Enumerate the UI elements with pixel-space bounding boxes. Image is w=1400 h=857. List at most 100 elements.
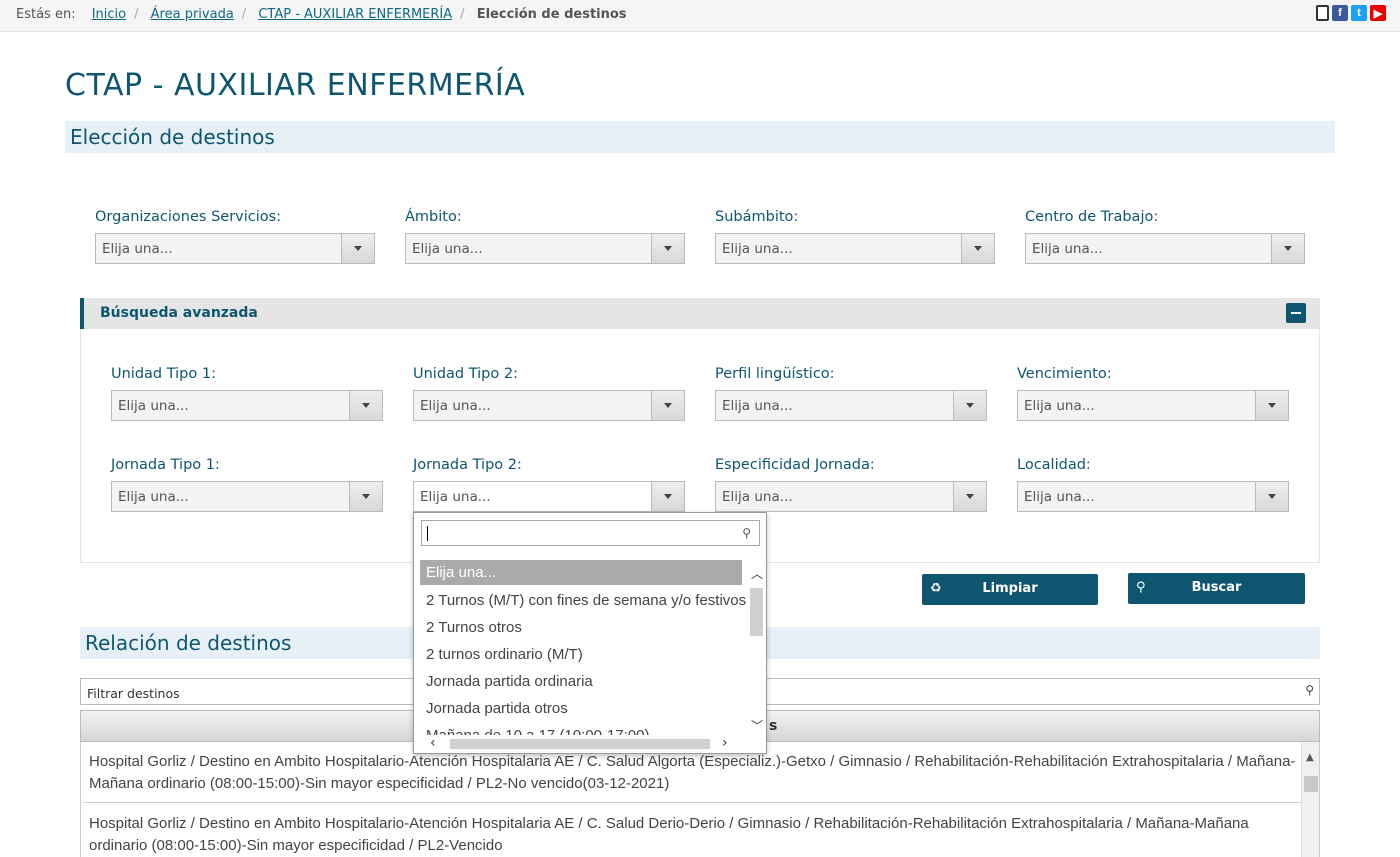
select-localidad[interactable]: Elija una...: [1017, 481, 1289, 512]
search-button-label: Buscar: [1191, 580, 1242, 595]
chevron-up-icon[interactable]: ▲: [1306, 752, 1314, 763]
select-especificidad-jornada[interactable]: Elija una...: [715, 481, 987, 512]
page-title: CTAP - AUXILIAR ENFERMERÍA: [65, 68, 526, 103]
destinations-list: Hospital Gorliz / Destino en Ambito Hosp…: [80, 742, 1320, 857]
dropdown-option[interactable]: Elija una...: [420, 560, 742, 585]
clear-button[interactable]: ♻ Limpiar: [922, 574, 1098, 605]
list-item[interactable]: Hospital Gorliz / Destino en Ambito Hosp…: [89, 813, 1301, 857]
select-value: Elija una...: [412, 241, 483, 257]
select-value: Elija una...: [722, 489, 793, 505]
advanced-search-header[interactable]: Búsqueda avanzada: [80, 298, 1320, 329]
label-localidad: Localidad:: [1017, 457, 1091, 473]
dropdown-option[interactable]: 2 Turnos otros: [420, 614, 750, 641]
select-ambito[interactable]: Elija una...: [405, 233, 685, 264]
scrollbar-thumb[interactable]: [1304, 776, 1318, 792]
breadcrumb-link-area-privada[interactable]: Área privada: [151, 7, 234, 22]
select-perfil-linguistico[interactable]: Elija una...: [715, 390, 987, 421]
dropdown-option[interactable]: Jornada partida ordinaria: [420, 668, 750, 695]
select-value: Elija una...: [1032, 241, 1103, 257]
select-value: Elija una...: [420, 398, 491, 414]
select-vencimiento[interactable]: Elija una...: [1017, 390, 1289, 421]
text-cursor: [427, 526, 428, 541]
facebook-icon[interactable]: f: [1332, 5, 1348, 21]
chevron-up-icon[interactable]: ︿: [749, 565, 765, 582]
scrollbar-thumb[interactable]: [450, 739, 710, 749]
select-subambito[interactable]: Elija una...: [715, 233, 995, 264]
select-unidad-tipo-2[interactable]: Elija una...: [413, 390, 685, 421]
collapse-icon[interactable]: [1286, 303, 1306, 323]
twitter-icon[interactable]: t: [1351, 5, 1367, 21]
select-centro-trabajo[interactable]: Elija una...: [1025, 233, 1305, 264]
scrollbar[interactable]: ▲: [1301, 742, 1319, 857]
chevron-down-icon[interactable]: [349, 391, 382, 420]
select-value: Elija una...: [118, 489, 189, 505]
select-value: Elija una...: [722, 241, 793, 257]
breadcrumb-link-ctap[interactable]: CTAP - AUXILIAR ENFERMERÍA: [258, 7, 452, 22]
jornada-tipo-2-dropdown: ⚲ Elija una... 2 Turnos (M/T) con fines …: [413, 512, 767, 754]
search-icon: ⚲: [742, 526, 751, 540]
dropdown-option[interactable]: Jornada partida otros: [420, 695, 750, 722]
dropdown-search-input[interactable]: ⚲: [421, 520, 760, 546]
chevron-down-icon[interactable]: [651, 391, 684, 420]
chevron-left-icon[interactable]: ‹: [430, 735, 436, 751]
social-links: f t ▶: [1316, 5, 1386, 21]
label-jornada-tipo-1: Jornada Tipo 1:: [111, 457, 220, 473]
chevron-down-icon[interactable]: [651, 482, 684, 511]
breadcrumb-current: Elección de destinos: [476, 7, 627, 22]
top-bar: Estás en: Inicio / Área privada / CTAP - A…: [0, 0, 1400, 32]
chevron-down-icon[interactable]: [651, 234, 684, 263]
search-icon: ⚲: [1305, 683, 1314, 697]
dropdown-option[interactable]: Mañana de 10 a 17 (10:00-17:00): [420, 722, 750, 735]
select-organizaciones-servicios[interactable]: Elija una...: [95, 233, 375, 264]
select-value: Elija una...: [420, 489, 491, 505]
label-unidad-tipo-1: Unidad Tipo 1:: [111, 366, 216, 382]
label-ambito: Ámbito:: [405, 209, 462, 225]
row-divider: [83, 802, 1301, 803]
select-value: Elija una...: [1024, 489, 1095, 505]
label-especificidad-jornada: Especificidad Jornada:: [715, 457, 875, 473]
dropdown-horizontal-scrollbar[interactable]: ‹ ›: [420, 735, 750, 751]
select-value: Elija una...: [722, 398, 793, 414]
label-centro-trabajo: Centro de Trabajo:: [1025, 209, 1159, 225]
chevron-down-icon[interactable]: [341, 234, 374, 263]
chevron-down-icon[interactable]: [961, 234, 994, 263]
chevron-down-icon[interactable]: [953, 482, 986, 511]
advanced-search-title: Búsqueda avanzada: [100, 305, 258, 321]
dropdown-option[interactable]: 2 Turnos (M/T) con fines de semana y/o f…: [420, 587, 750, 614]
breadcrumb-separator: /: [241, 7, 247, 22]
breadcrumb-separator: /: [134, 7, 139, 22]
label-organizaciones-servicios: Organizaciones Servicios:: [95, 209, 282, 225]
dropdown-option[interactable]: 2 turnos ordinario (M/T): [420, 641, 750, 668]
label-subambito: Subámbito:: [715, 209, 799, 225]
chevron-down-icon[interactable]: [349, 482, 382, 511]
breadcrumb-separator: /: [460, 7, 465, 22]
label-unidad-tipo-2: Unidad Tipo 2:: [413, 366, 518, 382]
filter-placeholder: Filtrar destinos: [87, 686, 180, 701]
breadcrumb-link-inicio[interactable]: Inicio: [92, 7, 126, 22]
scrollbar-thumb[interactable]: [750, 588, 763, 636]
chevron-down-icon[interactable]: [953, 391, 986, 420]
chevron-down-icon[interactable]: [1271, 234, 1304, 263]
select-value: Elija una...: [102, 241, 173, 257]
select-unidad-tipo-1[interactable]: Elija una...: [111, 390, 383, 421]
tablet-icon[interactable]: [1316, 5, 1329, 21]
section-title: Elección de destinos: [65, 121, 1335, 153]
label-perfil-linguistico: Perfil lingüístico:: [715, 366, 835, 382]
dropdown-vertical-scrollbar[interactable]: ︿ ﹀: [748, 560, 765, 735]
chevron-down-icon[interactable]: ﹀: [749, 717, 765, 734]
dropdown-options: Elija una... 2 Turnos (M/T) con fines de…: [420, 560, 750, 735]
select-value: Elija una...: [1024, 398, 1095, 414]
chevron-right-icon[interactable]: ›: [722, 735, 728, 751]
select-jornada-tipo-1[interactable]: Elija una...: [111, 481, 383, 512]
chevron-down-icon[interactable]: [1255, 391, 1288, 420]
table-header-label: s: [769, 718, 778, 734]
list-item[interactable]: Hospital Gorliz / Destino en Ambito Hosp…: [89, 751, 1301, 795]
select-value: Elija una...: [118, 398, 189, 414]
label-vencimiento: Vencimiento:: [1017, 366, 1112, 382]
breadcrumb: Estás en: Inicio / Área privada / CTAP - A…: [16, 7, 627, 22]
youtube-icon[interactable]: ▶: [1370, 5, 1386, 21]
search-button[interactable]: ⚲ Buscar: [1128, 573, 1305, 604]
chevron-down-icon[interactable]: [1255, 482, 1288, 511]
select-jornada-tipo-2[interactable]: Elija una...: [413, 481, 685, 512]
breadcrumb-prefix: Estás en:: [16, 7, 76, 22]
